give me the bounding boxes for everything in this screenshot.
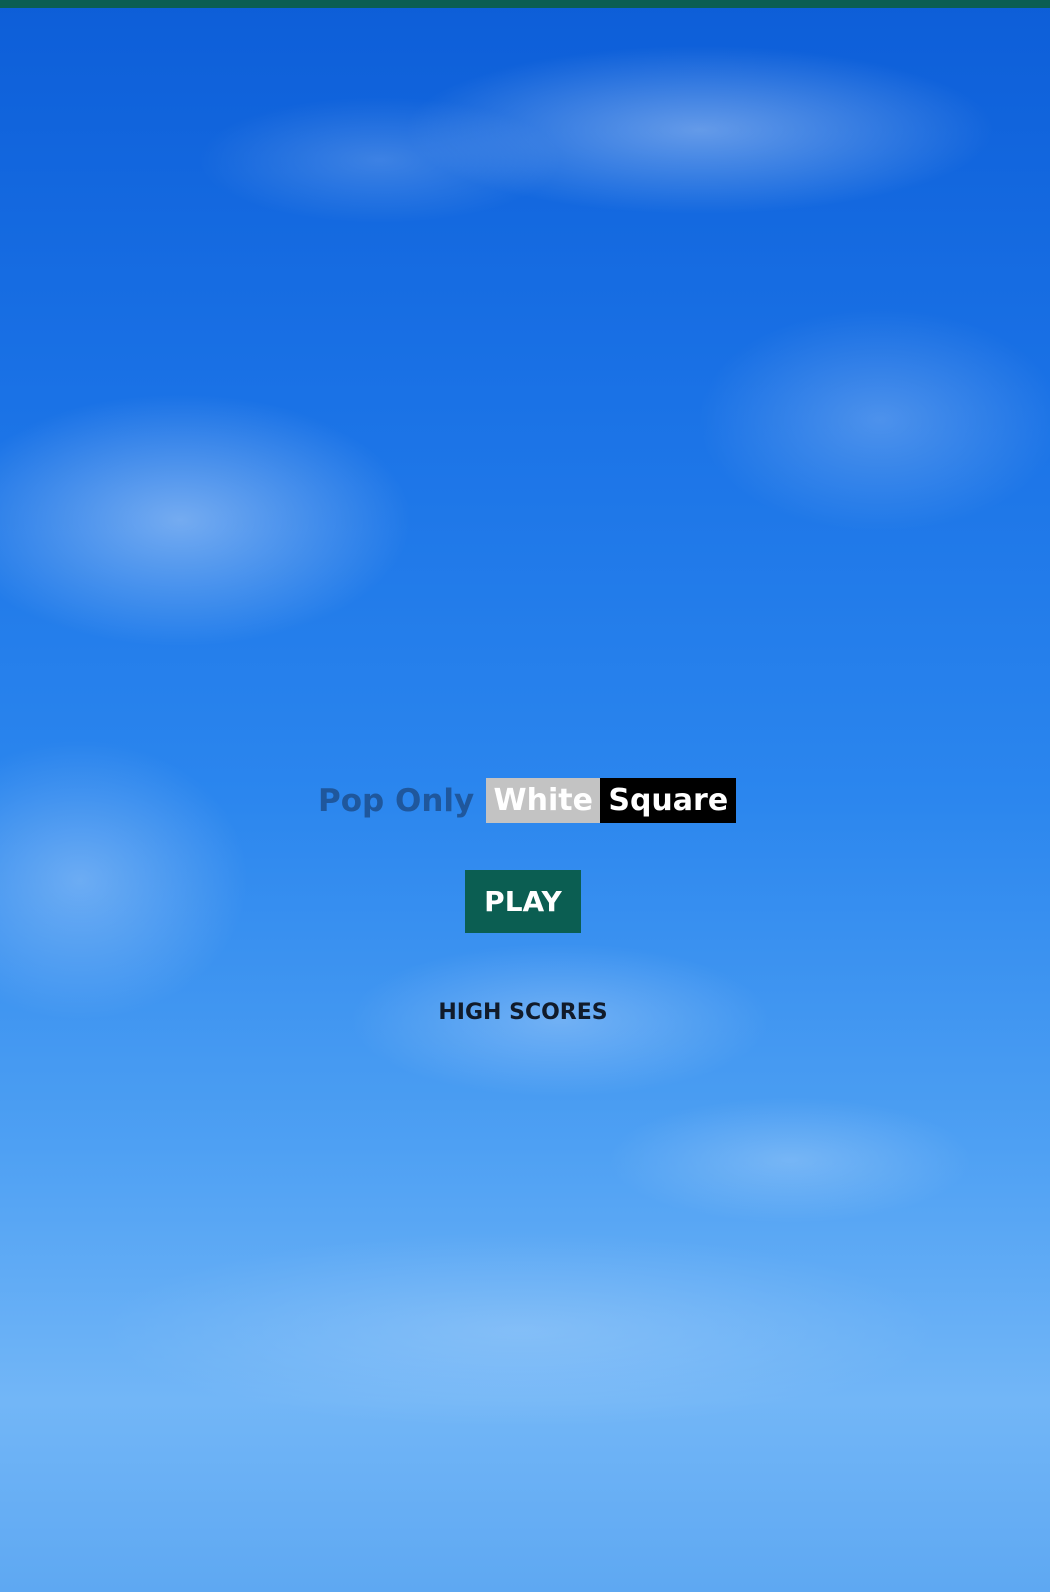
title-square-tile: Square	[600, 778, 737, 823]
top-status-bar	[0, 0, 1050, 8]
title-prefix: Pop Only	[318, 782, 475, 819]
game-title: Pop Only White Square	[318, 778, 737, 823]
title-white-tile: White	[486, 778, 601, 823]
high-scores-link[interactable]: HIGH SCORES	[410, 995, 636, 1029]
play-button[interactable]: PLAY	[465, 870, 581, 933]
